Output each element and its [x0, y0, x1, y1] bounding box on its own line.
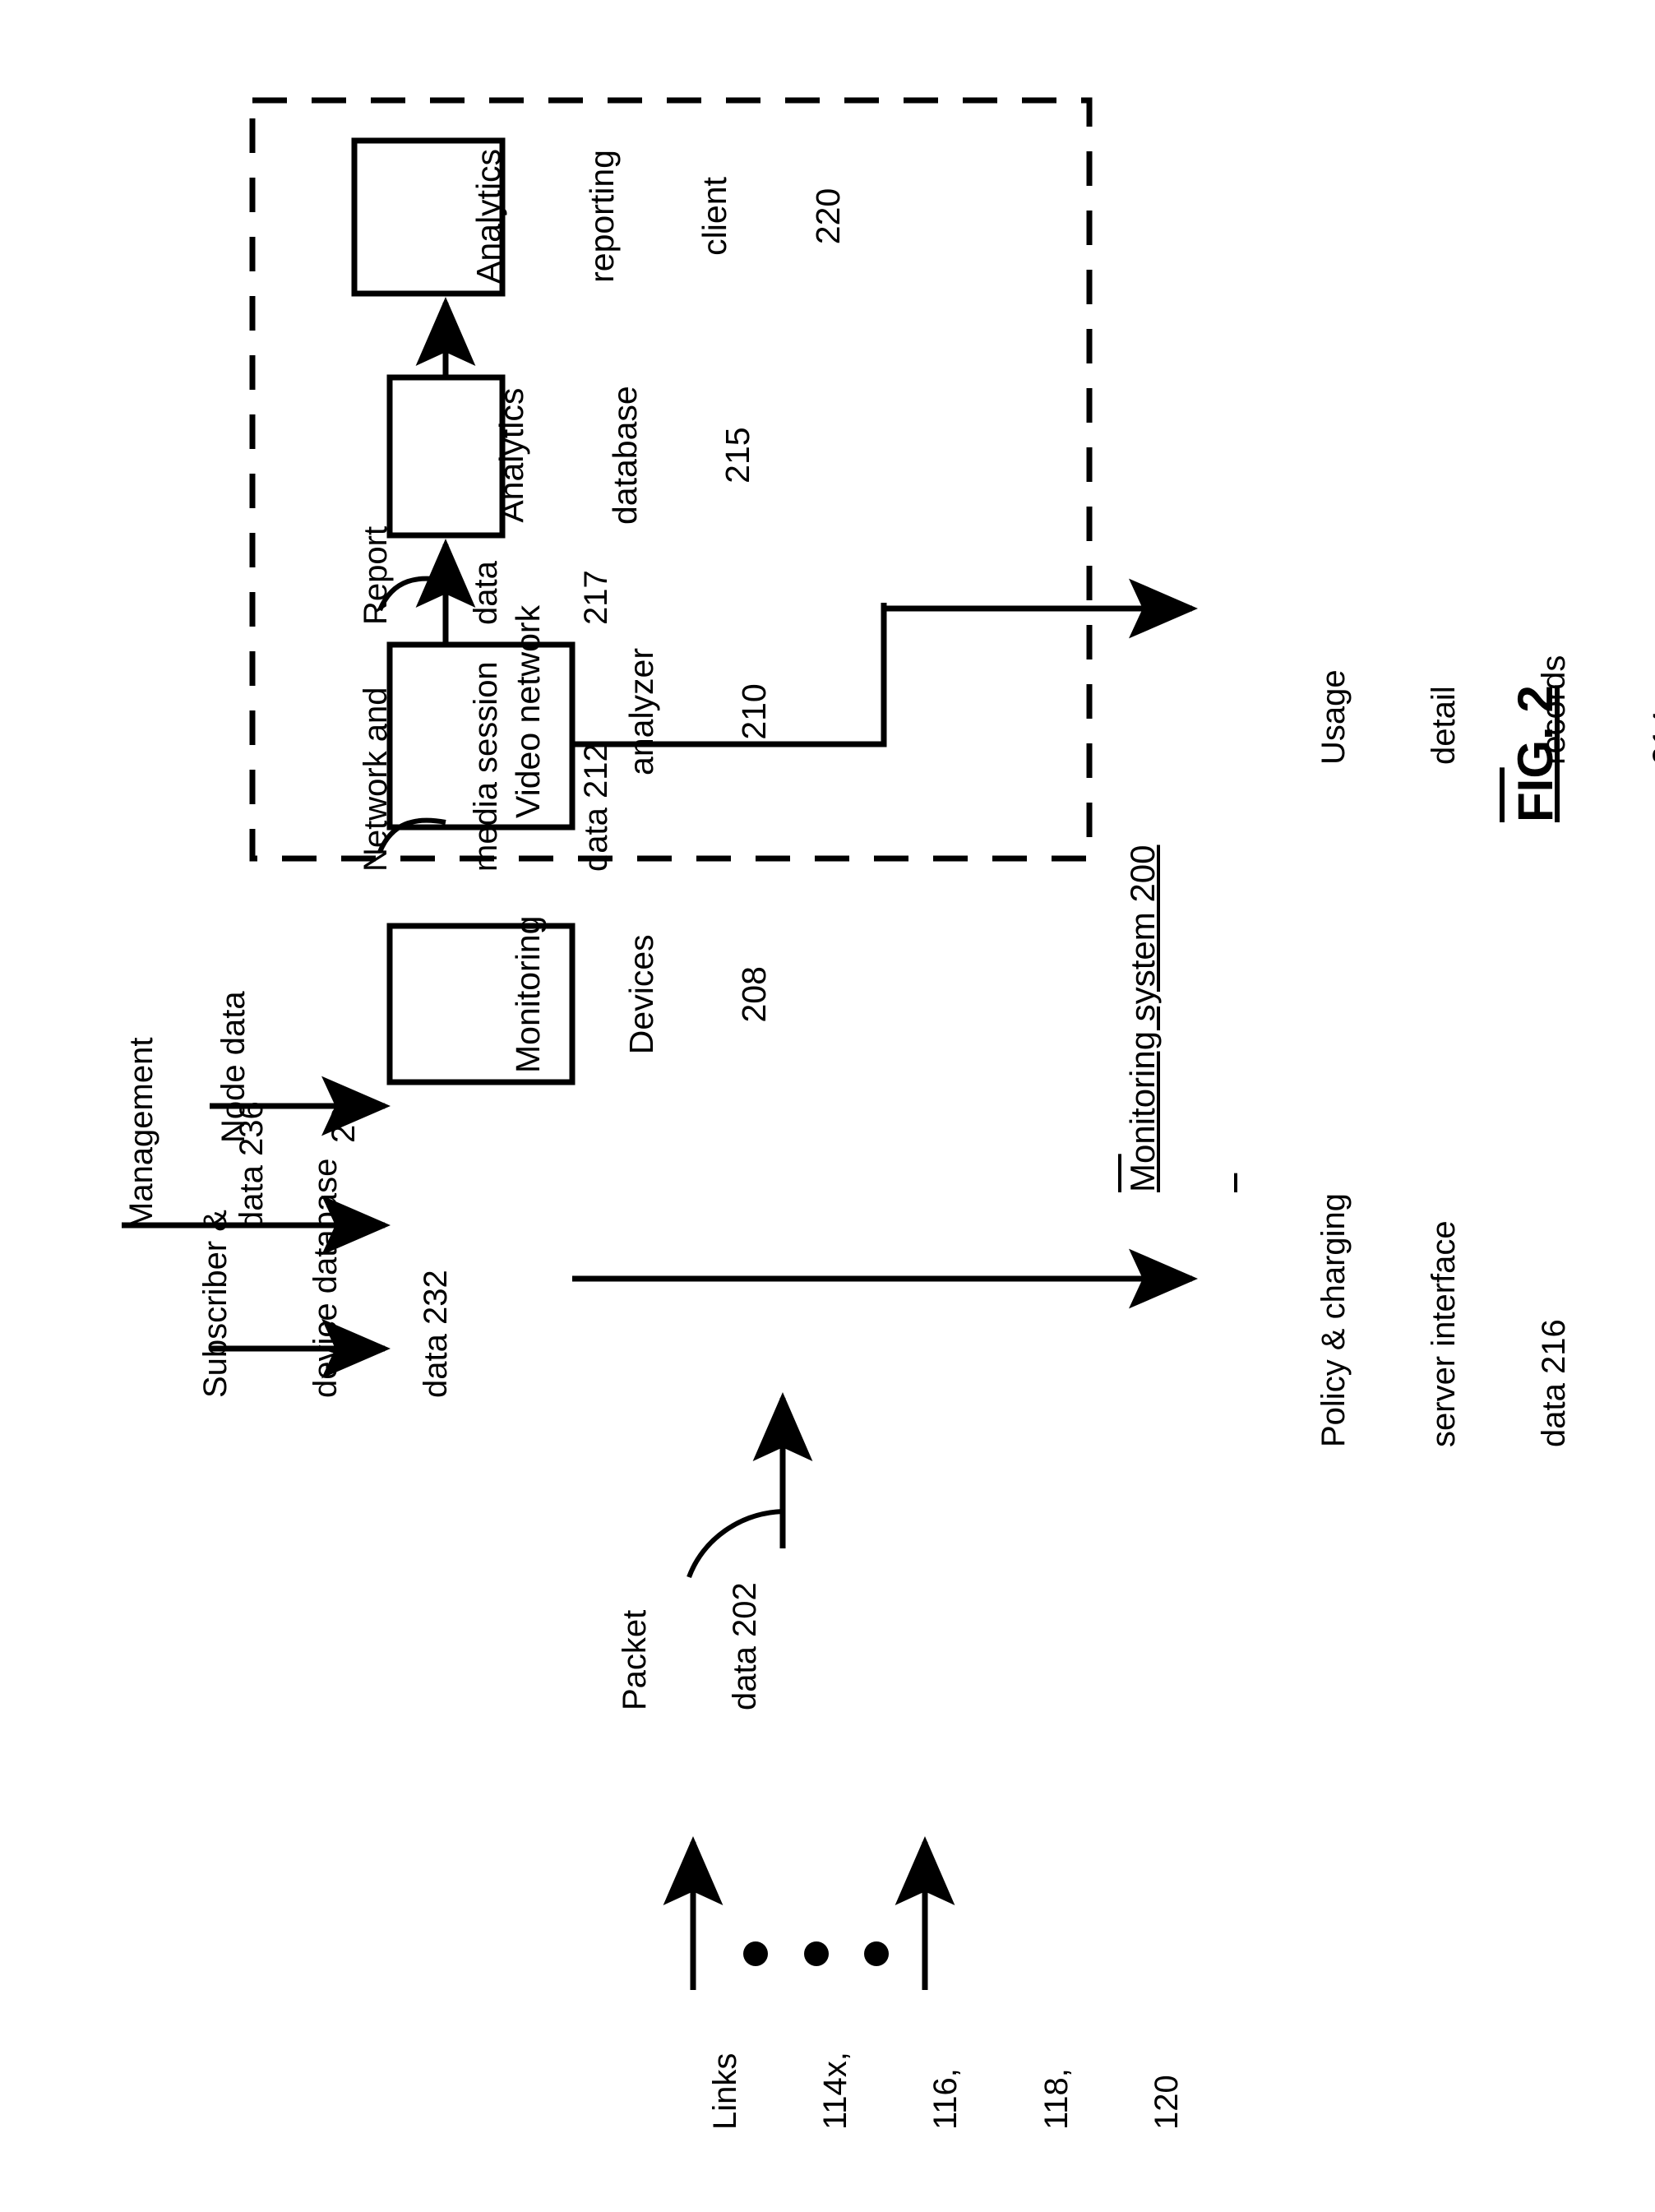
md-ref: 208 — [735, 966, 774, 1023]
report-data-label: Report data 217 — [284, 526, 689, 625]
pd-line1: Packet — [616, 1609, 653, 1710]
nms-line1: Network and — [357, 687, 394, 872]
lk-line3: 116, — [927, 2068, 964, 2130]
pd-line2: data 202 — [726, 1582, 763, 1710]
monitoring-devices-label: Monitoring Devices 208 — [434, 916, 849, 1073]
arc-line3: client — [696, 177, 734, 256]
ms-label: Monitoring system 200 — [1123, 845, 1163, 1192]
pcs-line1: Policy & charging — [1315, 1192, 1352, 1447]
md-line2: Devices — [622, 934, 660, 1055]
pcs-line2: server interface — [1425, 1220, 1462, 1447]
links-label: Links 114x, 116, 118, 120 — [633, 2052, 1260, 2130]
nd-line1: Node data — [215, 991, 252, 1143]
lk-line2: 114x, — [816, 2052, 853, 2130]
md-line1: Monitoring — [508, 915, 547, 1073]
adb-ref: 215 — [719, 427, 757, 484]
udr-line1: Usage — [1315, 669, 1352, 765]
vna-ref: 210 — [735, 683, 774, 740]
lk-line4: 118, — [1038, 2068, 1075, 2130]
figure-canvas: Analytics reporting client 220 Analytics… — [0, 0, 1655, 2212]
lk-line5: 120 — [1149, 2075, 1186, 2130]
arc-line2: reporting — [582, 150, 621, 283]
sdd-line1: Subscriber & — [196, 1210, 233, 1398]
packet-data-label: Packet data 202 — [543, 1582, 837, 1710]
nms-line3: data 212 — [578, 743, 615, 872]
sdd-line3: data 232 — [418, 1270, 455, 1398]
figure-caption-text: FIG. 2 — [1508, 685, 1564, 822]
lk-line1: Links — [706, 2052, 743, 2130]
analytics-reporting-client-label: Analytics reporting client 220 — [395, 149, 923, 284]
node-data-label: Node data 234 — [141, 991, 436, 1143]
arc-ref: 220 — [808, 187, 847, 245]
adb-line2: database — [605, 386, 644, 525]
figure-caption: FIG. 2 — [1398, 685, 1655, 822]
monitoring-system-boundary-label: Monitoring system 200 — [1046, 845, 1239, 1192]
rd-line2: data — [467, 561, 504, 625]
pcs-line3: data 216 — [1536, 1319, 1573, 1447]
rd-line1: Report — [357, 525, 394, 625]
arc-line1: Analytics — [469, 148, 507, 284]
sdd-line2: device database — [307, 1158, 344, 1398]
subscriber-device-database-data-label: Subscriber & device database data 232 — [123, 1159, 529, 1398]
rd-ref: 217 — [578, 570, 615, 625]
analytics-database-label: Analytics database 215 — [418, 386, 833, 525]
nms-line2: media session — [467, 661, 504, 872]
network-media-session-data-label: Network and media session data 212 — [284, 661, 689, 872]
nd-ref: 234 — [325, 1088, 362, 1143]
policy-charging-server-interface-data-label: Policy & charging server interface data … — [1241, 1193, 1647, 1447]
adb-line1: Analytics — [492, 387, 530, 523]
